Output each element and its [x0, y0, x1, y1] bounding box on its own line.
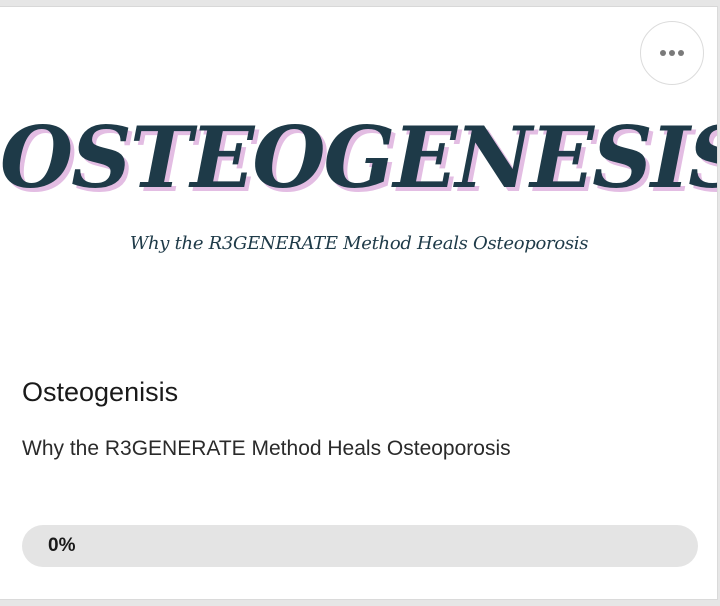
more-horizontal-icon: [660, 50, 684, 56]
course-title[interactable]: Osteogenisis: [22, 377, 178, 408]
more-options-button[interactable]: [640, 21, 704, 85]
progress-label: 0%: [48, 535, 76, 556]
cover-subtitle: Why the R3GENERATE Method Heals Osteopor…: [129, 233, 589, 254]
cover-title: OSTEOGENESIS: [0, 108, 718, 207]
course-card[interactable]: OSTEOGENESIS Why the R3GENERATE Method H…: [0, 6, 718, 600]
progress-bar: 0%: [22, 525, 698, 567]
course-cover-image[interactable]: OSTEOGENESIS Why the R3GENERATE Method H…: [0, 103, 718, 293]
course-description: Why the R3GENERATE Method Heals Osteopor…: [22, 437, 511, 460]
